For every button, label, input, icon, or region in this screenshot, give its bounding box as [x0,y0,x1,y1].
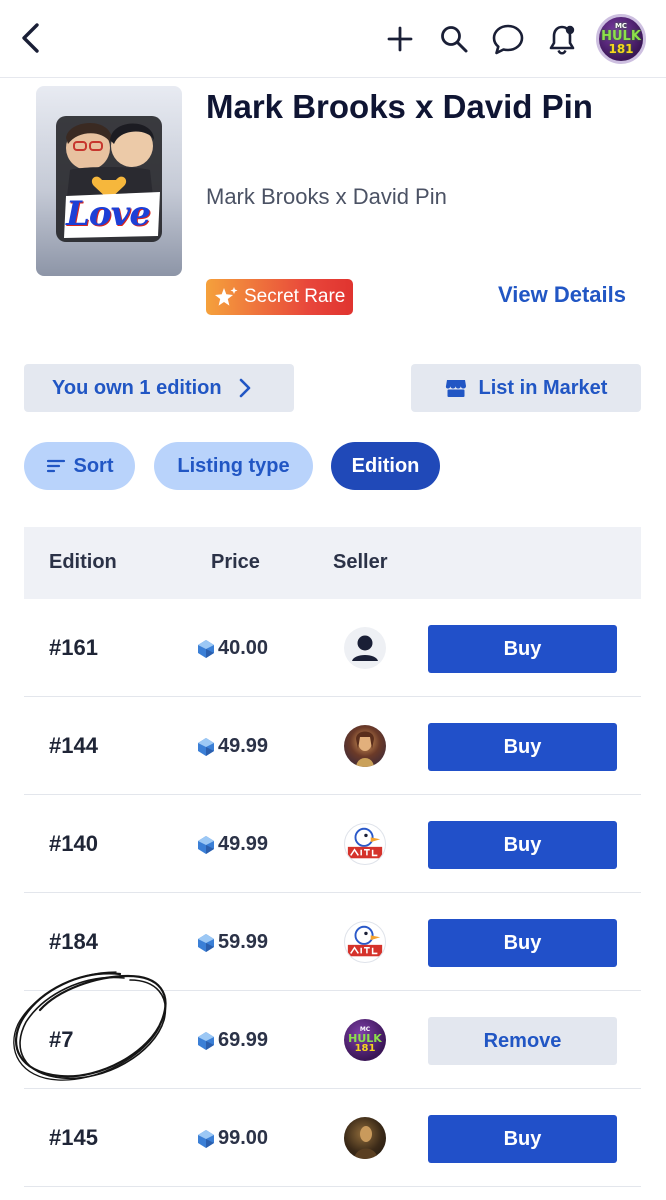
table-row: #184 59.99 Buy [24,893,641,991]
buy-button[interactable]: Buy [428,1115,617,1163]
sort-chip[interactable]: Sort [24,442,135,490]
price-cell: 49.99 [196,833,268,856]
sparkle-star-icon [215,287,238,306]
edition-number: #161 [49,635,98,660]
price-cell: 99.00 [196,1127,268,1150]
price-cell: 40.00 [196,637,268,660]
chevron-left-icon [22,23,39,53]
user-icon [352,635,378,661]
list-in-market-button[interactable]: List in Market [411,364,641,412]
duck-logo-icon [345,824,385,864]
avatar-text: 181 [608,42,634,56]
seller-avatar[interactable] [344,921,386,963]
price-value: 59.99 [218,931,269,953]
buy-button[interactable]: Buy [428,625,617,673]
table-row: #144 49.99 Buy [24,697,641,795]
column-header-edition: Edition [49,551,117,573]
rarity-badge: Secret Rare [206,279,354,315]
gem-currency-icon [198,639,214,658]
search-button[interactable] [434,19,474,59]
chat-bubble-icon [492,24,524,55]
gem-currency-icon [198,1031,214,1050]
cover-text: Love [66,194,151,234]
profile-avatar[interactable]: MC HULK 181 [596,14,646,64]
seller-avatar[interactable] [344,627,386,669]
view-details-link[interactable]: View Details [498,282,626,308]
avatar-text: HULK [348,1031,382,1045]
rarity-label: Secret Rare [244,286,346,307]
price-value: 49.99 [218,833,269,855]
item-subtitle: Mark Brooks x David Pin [206,184,447,209]
buy-button[interactable]: Buy [428,821,617,869]
seller-avatar[interactable]: MC HULK 181 [344,1019,386,1061]
bell-icon [549,25,575,55]
seller-avatar[interactable] [344,1117,386,1159]
notifications-button[interactable] [542,19,582,59]
edition-number: #140 [49,831,98,856]
column-header-price: Price [211,551,260,573]
messages-button[interactable] [488,19,528,59]
sort-lines-icon [46,459,65,473]
duck-logo-icon [345,922,385,962]
table-row: #145 99.00 Buy [24,1089,641,1187]
price-value: 49.99 [218,735,269,757]
edition-number: #144 [49,733,98,758]
item-cover-image: Love [36,86,182,276]
back-button[interactable] [14,20,50,56]
edition-number: #7 [49,1027,74,1052]
avatar-text: 181 [354,1042,376,1054]
table-row: #140 49.99 Buy [24,795,641,893]
table-header: Edition Price Seller [24,527,641,599]
gem-currency-icon [198,835,214,854]
column-header-seller: Seller [333,551,388,573]
price-cell: 49.99 [196,735,268,758]
owned-editions-label: You own 1 edition [52,376,222,399]
gem-currency-icon [198,1129,214,1148]
listing-type-chip[interactable]: Listing type [154,442,313,490]
edition-number: #184 [49,929,98,954]
gem-currency-icon [198,737,214,756]
table-row: #161 40.00 Buy [24,599,641,697]
remove-button[interactable]: Remove [428,1017,617,1065]
chevron-right-icon [239,378,250,398]
price-cell: 59.99 [196,931,268,954]
seller-avatar[interactable] [344,725,386,767]
buy-button[interactable]: Buy [428,919,617,967]
list-in-market-label: List in Market [478,376,608,399]
buy-button[interactable]: Buy [428,723,617,771]
sort-label: Sort [73,454,114,477]
top-bar: MC HULK 181 [0,0,666,78]
price-value: 69.99 [218,1029,269,1051]
add-button[interactable] [380,19,420,59]
seller-avatar[interactable] [344,823,386,865]
edition-chip[interactable]: Edition [331,442,440,490]
portrait-icon [354,1126,378,1159]
search-icon [441,26,468,53]
price-value: 99.00 [218,1127,269,1149]
price-value: 40.00 [218,637,269,659]
edition-number: #145 [49,1125,98,1150]
price-cell: 69.99 [196,1029,268,1052]
plus-icon [387,26,413,52]
item-title: Mark Brooks x David Pin [206,88,593,125]
portrait-icon [356,731,374,767]
gem-currency-icon [198,933,214,952]
owned-editions-button[interactable]: You own 1 edition [24,364,294,412]
table-row: #7 69.99 MC HULK 181 Remove [24,991,641,1089]
storefront-icon [445,380,466,397]
